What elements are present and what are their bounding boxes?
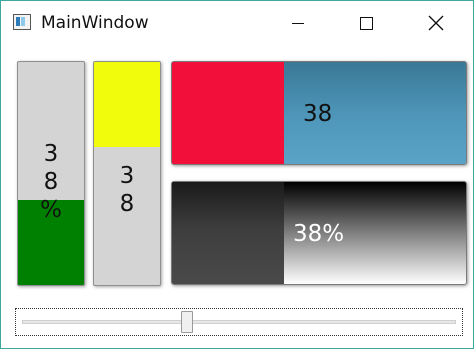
app-window-icon xyxy=(13,14,31,30)
horizontal-progress-bar-red: 38 xyxy=(171,61,467,165)
progress-fill-red xyxy=(172,62,284,164)
progress-text-vertical-2: 3 8 xyxy=(94,162,160,218)
progress-text-vertical-1: 3 8 % xyxy=(18,140,84,224)
progress-text-line: 8 xyxy=(119,191,135,217)
progress-text-line: 3 xyxy=(119,163,135,189)
progress-label-38-percent: 38% xyxy=(293,221,345,247)
progress-label-38: 38 xyxy=(303,101,333,127)
close-icon xyxy=(428,15,444,31)
progress-text-line: % xyxy=(40,197,62,223)
horizontal-progress-bar-dark: 38% xyxy=(171,181,467,285)
vertical-progress-bar-yellow: 3 8 xyxy=(93,61,161,286)
slider-thumb[interactable] xyxy=(180,311,193,333)
minimize-icon xyxy=(292,22,304,24)
minimize-button[interactable] xyxy=(275,1,321,45)
slider-track[interactable] xyxy=(22,320,456,324)
maximize-icon xyxy=(359,16,373,30)
progress-fill-yellow xyxy=(94,62,160,147)
title-bar[interactable]: MainWindow xyxy=(1,1,473,45)
progress-text-line: 3 xyxy=(43,141,59,167)
value-slider[interactable] xyxy=(15,308,463,336)
main-window: MainWindow 3 8 % 3 8 38 38% xyxy=(0,0,474,349)
progress-text-line: 8 xyxy=(43,169,59,195)
vertical-progress-bar-green: 3 8 % xyxy=(17,61,85,286)
close-button[interactable] xyxy=(413,1,459,45)
window-title: MainWindow xyxy=(41,13,149,33)
progress-fill-dark xyxy=(172,182,284,284)
content-area: 3 8 % 3 8 38 38% xyxy=(1,45,473,348)
maximize-button[interactable] xyxy=(343,1,389,45)
